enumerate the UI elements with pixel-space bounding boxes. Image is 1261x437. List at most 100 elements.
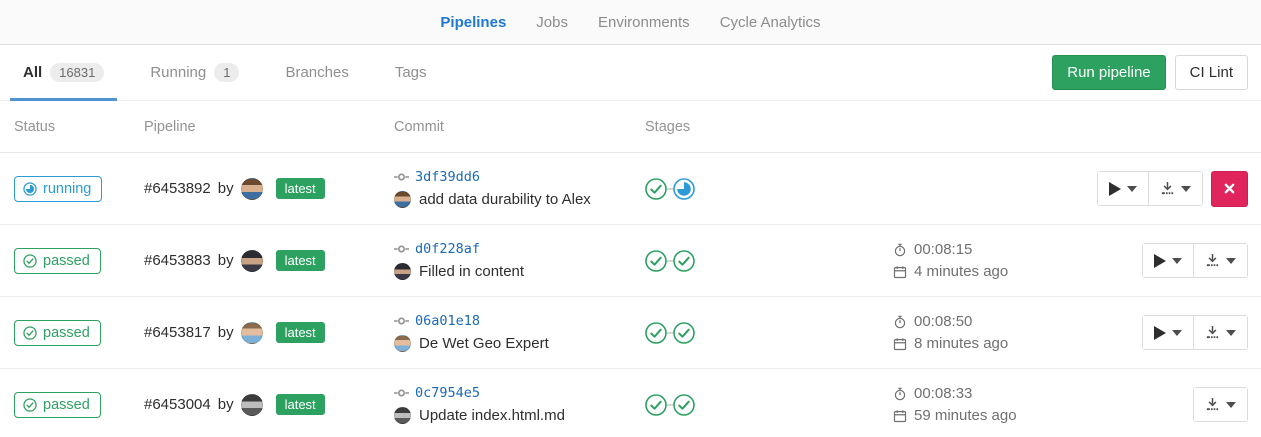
avatar[interactable] xyxy=(241,178,263,200)
play-dropdown-button[interactable] xyxy=(1098,172,1148,205)
pipeline-id-link[interactable]: #6453004 xyxy=(144,396,211,413)
running-status-icon xyxy=(23,182,37,196)
nav-environments[interactable]: Environments xyxy=(583,14,705,31)
download-icon xyxy=(1205,397,1220,412)
download-icon xyxy=(1205,253,1220,268)
stage-passed-icon[interactable] xyxy=(645,250,667,272)
pipeline-finished-ago: 8 minutes ago xyxy=(914,335,1008,352)
passed-status-icon xyxy=(23,326,37,340)
play-icon xyxy=(1154,326,1166,340)
status-label: passed xyxy=(43,325,90,341)
timing-cell: 00:08:33 59 minutes ago xyxy=(893,385,1193,424)
stopwatch-icon xyxy=(893,243,907,257)
nav-cycle-analytics[interactable]: Cycle Analytics xyxy=(705,14,836,31)
tab-running[interactable]: Running 1 xyxy=(137,45,252,100)
play-icon xyxy=(1109,182,1121,196)
stage-passed-icon[interactable] xyxy=(673,394,695,416)
stage-passed-icon[interactable] xyxy=(673,322,695,344)
chevron-down-icon xyxy=(1226,402,1236,408)
calendar-icon xyxy=(893,409,907,423)
header-pipeline: Pipeline xyxy=(144,119,394,135)
tab-branches[interactable]: Branches xyxy=(272,45,361,100)
tab-tags-label: Tags xyxy=(395,64,427,81)
pipeline-id-link[interactable]: #6453883 xyxy=(144,252,211,269)
tab-running-count-badge: 1 xyxy=(214,63,239,82)
commit-sha-link[interactable]: 06a01e18 xyxy=(415,313,480,329)
stage-passed-icon[interactable] xyxy=(673,250,695,272)
pipeline-row: running #6453892 by latest 3df39dd6 add … xyxy=(0,153,1261,225)
status-label: passed xyxy=(43,397,90,413)
artifacts-dropdown-button[interactable] xyxy=(1193,244,1247,277)
status-label: running xyxy=(43,181,91,197)
commit-author-avatar[interactable] xyxy=(394,407,411,424)
play-icon xyxy=(1154,254,1166,268)
chevron-down-icon xyxy=(1226,330,1236,336)
tab-all[interactable]: All 16831 xyxy=(10,45,117,100)
cancel-pipeline-button[interactable] xyxy=(1211,171,1248,207)
commit-icon xyxy=(394,388,409,398)
commit-icon xyxy=(394,244,409,254)
avatar[interactable] xyxy=(241,250,263,272)
commit-sha-link[interactable]: 3df39dd6 xyxy=(415,169,480,185)
pipeline-duration: 00:08:50 xyxy=(914,313,972,330)
download-icon xyxy=(1160,181,1175,196)
nav-pipelines[interactable]: Pipelines xyxy=(425,14,521,31)
ci-lint-button[interactable]: CI Lint xyxy=(1175,55,1248,90)
pipeline-finished-ago: 4 minutes ago xyxy=(914,263,1008,280)
commit-icon xyxy=(394,316,409,326)
tab-all-label: All xyxy=(23,64,42,81)
commit-author-avatar[interactable] xyxy=(394,191,411,208)
project-nav: Pipelines Jobs Environments Cycle Analyt… xyxy=(0,0,1261,45)
tab-all-count-badge: 16831 xyxy=(50,63,104,82)
pipeline-id-link[interactable]: #6453817 xyxy=(144,324,211,341)
nav-jobs[interactable]: Jobs xyxy=(521,14,583,31)
tab-branches-label: Branches xyxy=(285,64,348,81)
toolbar: Run pipeline CI Lint xyxy=(1052,45,1248,100)
stage-passed-icon[interactable] xyxy=(645,178,667,200)
artifacts-dropdown-button[interactable] xyxy=(1148,172,1202,205)
status-badge[interactable]: passed xyxy=(14,392,101,418)
commit-message-link[interactable]: De Wet Geo Expert xyxy=(419,335,549,352)
tab-tags[interactable]: Tags xyxy=(382,45,440,100)
play-dropdown-button[interactable] xyxy=(1143,244,1193,277)
by-label: by xyxy=(218,396,234,413)
tabs-toolbar-row: All 16831 Running 1 Branches Tags Run pi… xyxy=(0,45,1261,101)
latest-badge: latest xyxy=(276,394,325,415)
passed-status-icon xyxy=(23,398,37,412)
by-label: by xyxy=(218,324,234,341)
artifacts-dropdown-button[interactable] xyxy=(1193,316,1247,349)
commit-message-link[interactable]: Filled in content xyxy=(419,263,524,280)
calendar-icon xyxy=(893,337,907,351)
run-pipeline-button[interactable]: Run pipeline xyxy=(1052,55,1165,90)
commit-icon xyxy=(394,172,409,182)
download-icon xyxy=(1205,325,1220,340)
status-badge[interactable]: passed xyxy=(14,248,101,274)
chevron-down-icon xyxy=(1181,186,1191,192)
manual-actions-group xyxy=(1142,315,1248,350)
commit-sha-link[interactable]: d0f228af xyxy=(415,241,480,257)
calendar-icon xyxy=(893,265,907,279)
artifacts-dropdown-button[interactable] xyxy=(1194,388,1247,421)
manual-actions-group xyxy=(1097,171,1203,206)
pipelines-page: Pipelines Jobs Environments Cycle Analyt… xyxy=(0,0,1261,437)
latest-badge: latest xyxy=(276,322,325,343)
stage-passed-icon[interactable] xyxy=(645,394,667,416)
table-header: Status Pipeline Commit Stages xyxy=(0,101,1261,153)
header-stages: Stages xyxy=(645,119,893,135)
play-dropdown-button[interactable] xyxy=(1143,316,1193,349)
avatar[interactable] xyxy=(241,394,263,416)
commit-author-avatar[interactable] xyxy=(394,263,411,280)
pipeline-id-link[interactable]: #6453892 xyxy=(144,180,211,197)
commit-author-avatar[interactable] xyxy=(394,335,411,352)
status-badge[interactable]: passed xyxy=(14,320,101,346)
pipeline-scope-tabs: All 16831 Running 1 Branches Tags xyxy=(10,45,1052,100)
status-badge[interactable]: running xyxy=(14,176,102,202)
by-label: by xyxy=(218,180,234,197)
pipeline-row: passed #6453004 by latest 0c7954e5 Updat… xyxy=(0,369,1261,437)
commit-message-link[interactable]: add data durability to Alex xyxy=(419,191,591,208)
commit-sha-link[interactable]: 0c7954e5 xyxy=(415,385,480,401)
commit-message-link[interactable]: Update index.html.md xyxy=(419,407,565,424)
avatar[interactable] xyxy=(241,322,263,344)
stage-running-icon[interactable] xyxy=(673,178,695,200)
stage-passed-icon[interactable] xyxy=(645,322,667,344)
